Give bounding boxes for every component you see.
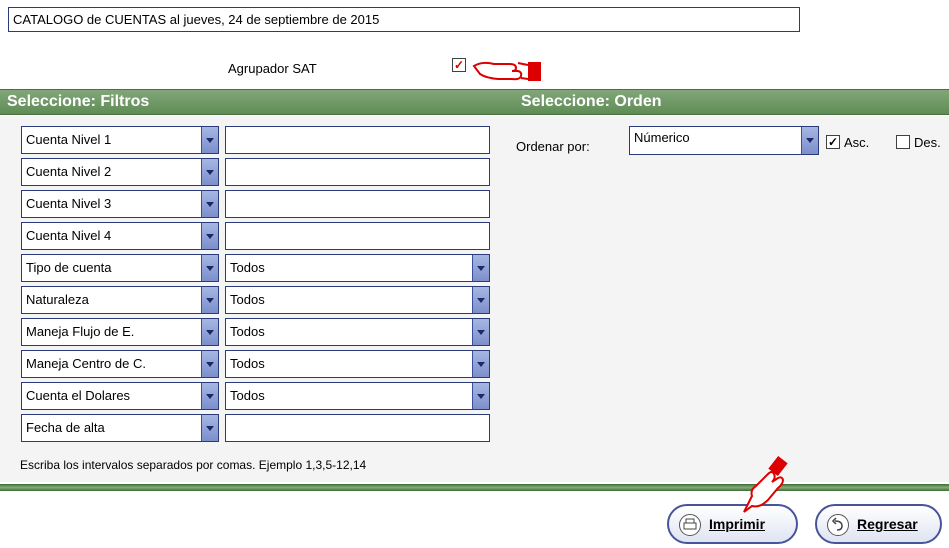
back-button-label: Regresar [857, 516, 918, 532]
filter-value-input[interactable] [225, 126, 490, 154]
dropdown-arrow-icon[interactable] [201, 159, 218, 185]
filter-combo[interactable]: Cuenta Nivel 3 [21, 190, 219, 218]
filter-combo-label: Cuenta el Dolares [26, 388, 131, 403]
dropdown-arrow-icon[interactable] [201, 415, 218, 441]
dropdown-arrow-icon[interactable] [201, 255, 218, 281]
pointing-hand-icon [738, 456, 788, 517]
filter-combo-label: Naturaleza [26, 292, 89, 307]
filter-value-input[interactable] [225, 414, 490, 442]
dropdown-arrow-icon[interactable] [201, 351, 218, 377]
filter-value-text: Todos [230, 260, 265, 275]
filter-combo-label: Cuenta Nivel 2 [26, 164, 112, 179]
agrupador-sat-checkbox[interactable]: ✓ [452, 58, 466, 72]
filter-value-text: Todos [230, 356, 265, 371]
filter-value-input[interactable] [225, 158, 490, 186]
des-checkbox[interactable] [896, 135, 910, 149]
asc-checkbox[interactable]: ✓ [826, 135, 840, 149]
filter-combo-label: Cuenta Nivel 4 [26, 228, 112, 243]
filter-combo[interactable]: Cuenta Nivel 1 [21, 126, 219, 154]
filter-value-text: Todos [230, 388, 265, 403]
dropdown-arrow-icon[interactable] [801, 127, 818, 154]
interval-hint: Escriba los intervalos separados por com… [20, 458, 367, 472]
filter-combo-label: Maneja Centro de C. [26, 356, 146, 371]
order-section-title: Seleccione: Orden [521, 93, 662, 110]
filter-combo-label: Cuenta Nivel 3 [26, 196, 112, 211]
printer-icon [679, 514, 701, 536]
dropdown-arrow-icon[interactable] [201, 223, 218, 249]
dropdown-arrow-icon[interactable] [201, 383, 218, 409]
dropdown-arrow-icon[interactable] [201, 287, 218, 313]
filter-value-text: Todos [230, 324, 265, 339]
filter-combo-label: Maneja Flujo de E. [26, 324, 135, 339]
order-by-select[interactable]: Númerico [629, 126, 819, 155]
filter-value-select[interactable]: Todos [225, 382, 490, 410]
filter-value-input[interactable] [225, 222, 490, 250]
filters-section-title: Seleccione: Filtros [7, 93, 150, 110]
filter-value-select[interactable]: Todos [225, 254, 490, 282]
filter-combo[interactable]: Maneja Flujo de E. [21, 318, 219, 346]
filter-combo[interactable]: Cuenta Nivel 2 [21, 158, 219, 186]
filter-value-select[interactable]: Todos [225, 318, 490, 346]
dropdown-arrow-icon[interactable] [472, 255, 489, 281]
agrupador-sat-label: Agrupador SAT [228, 61, 317, 76]
asc-label: Asc. [844, 135, 870, 150]
filter-combo[interactable]: Cuenta el Dolares [21, 382, 219, 410]
order-by-value: Númerico [634, 130, 690, 145]
dropdown-arrow-icon[interactable] [201, 127, 218, 153]
des-label: Des. [914, 135, 941, 150]
dropdown-arrow-icon[interactable] [472, 351, 489, 377]
filter-value-input[interactable] [225, 190, 490, 218]
back-button[interactable]: Regresar [815, 504, 942, 544]
dropdown-arrow-icon[interactable] [201, 191, 218, 217]
dropdown-arrow-icon[interactable] [201, 319, 218, 345]
pointing-hand-icon [472, 53, 544, 86]
bottom-divider [0, 484, 949, 491]
filter-combo-label: Cuenta Nivel 1 [26, 132, 112, 147]
order-by-label: Ordenar por: [516, 139, 590, 154]
filter-combo[interactable]: Naturaleza [21, 286, 219, 314]
filter-combo[interactable]: Cuenta Nivel 4 [21, 222, 219, 250]
filter-combo[interactable]: Maneja Centro de C. [21, 350, 219, 378]
filter-combo[interactable]: Fecha de alta [21, 414, 219, 442]
filter-value-text: Todos [230, 292, 265, 307]
dropdown-arrow-icon[interactable] [472, 287, 489, 313]
filter-combo-label: Fecha de alta [26, 420, 105, 435]
report-title-field[interactable]: CATALOGO de CUENTAS al jueves, 24 de sep… [8, 7, 800, 32]
print-button-label: Imprimir [709, 516, 766, 532]
dropdown-arrow-icon[interactable] [472, 383, 489, 409]
filter-value-select[interactable]: Todos [225, 350, 490, 378]
filter-combo-label: Tipo de cuenta [26, 260, 112, 275]
dropdown-arrow-icon[interactable] [472, 319, 489, 345]
filter-combo[interactable]: Tipo de cuenta [21, 254, 219, 282]
filter-value-select[interactable]: Todos [225, 286, 490, 314]
back-arrow-icon [827, 514, 849, 536]
